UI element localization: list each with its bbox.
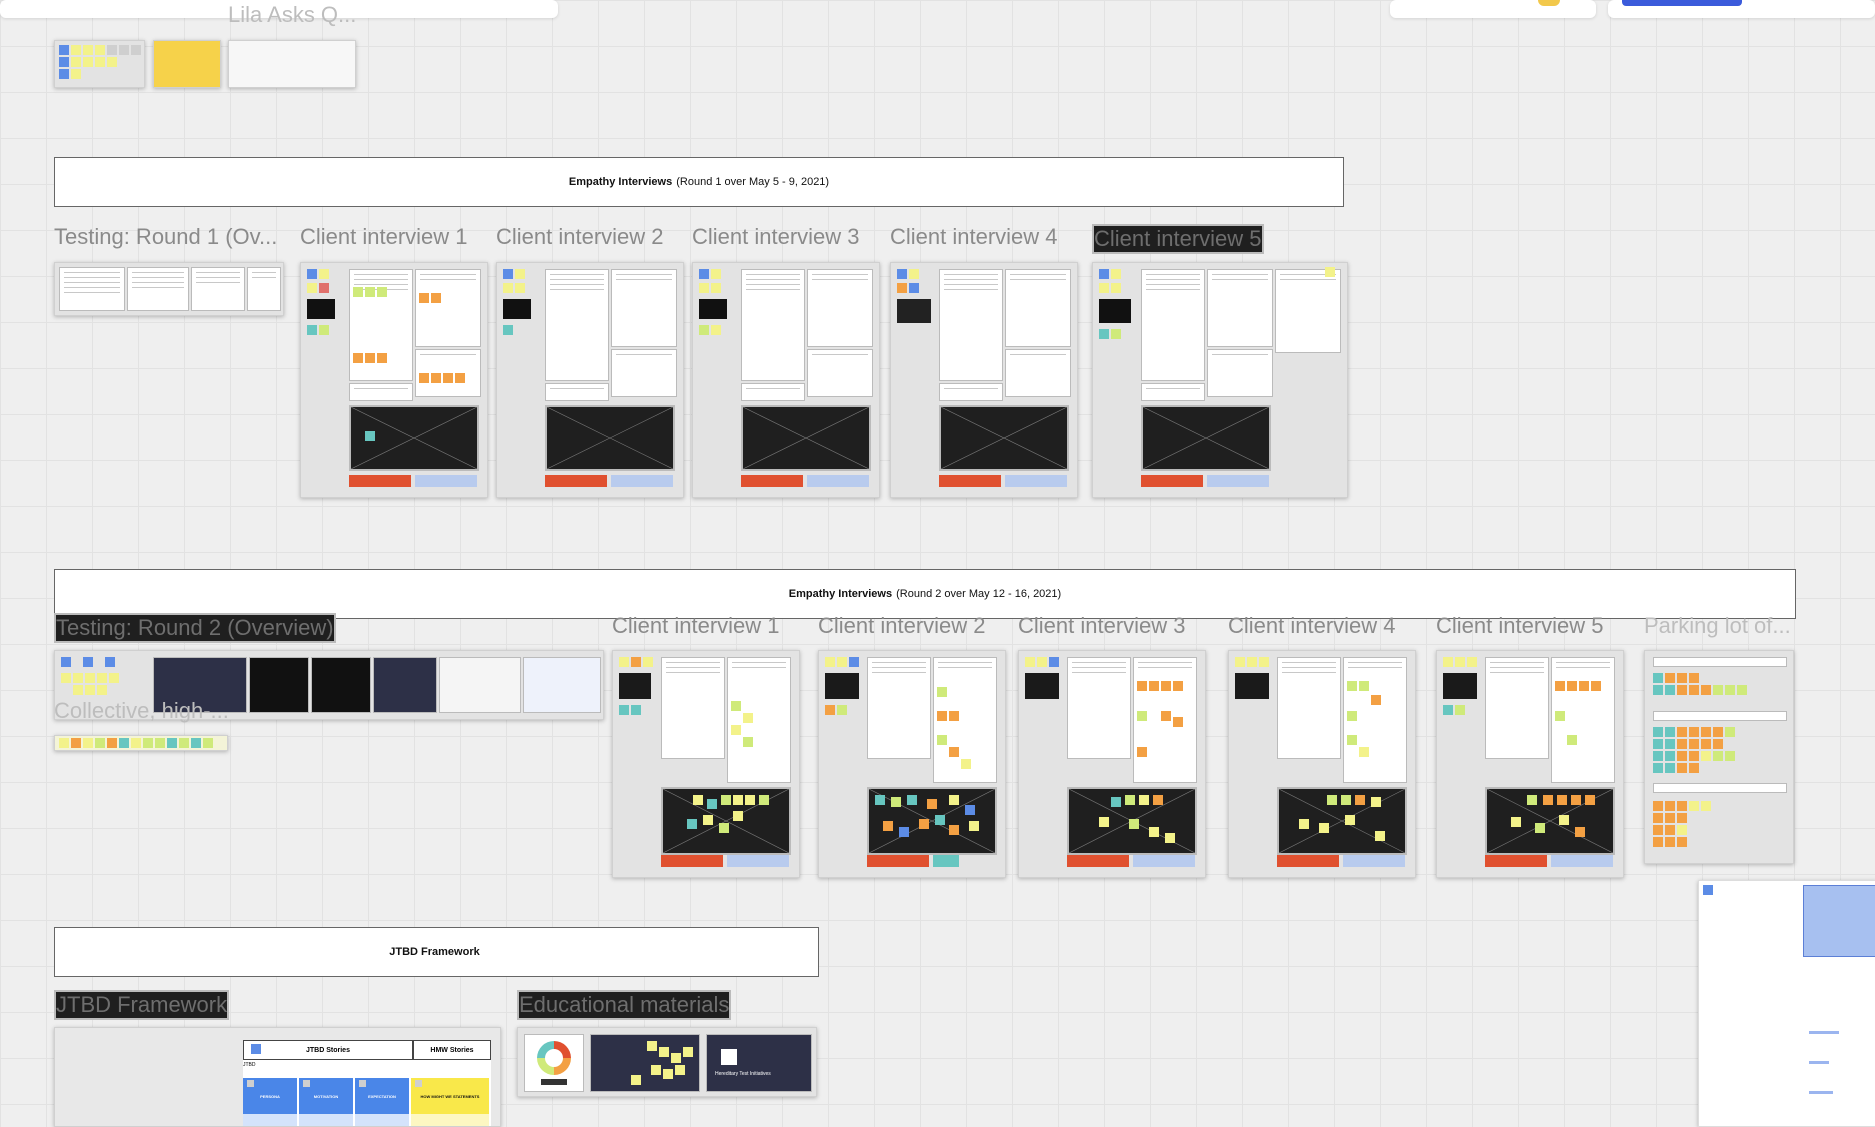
jtbd-col-hmw: HOW MIGHT WE STATEMENTS xyxy=(420,1093,480,1099)
frame-r2-client-2[interactable] xyxy=(818,650,1006,878)
frame-jtbd[interactable]: JTBD Stories HMW Stories JTBD PERSONA MO… xyxy=(54,1027,501,1127)
share-button[interactable] xyxy=(1622,0,1742,6)
frame-title-r2-client-5[interactable]: Client interview 5 xyxy=(1436,613,1604,639)
edu-thumb-hereditary[interactable]: Hereditary Test Initiatives xyxy=(706,1034,812,1092)
jtbd-col-persona: PERSONA xyxy=(260,1093,280,1099)
jtbd-col-expectation: EXPECTATION xyxy=(368,1093,396,1099)
frame-r1-client-4[interactable] xyxy=(890,262,1078,498)
frame-collective[interactable] xyxy=(54,735,228,751)
frame-title-parking-lot[interactable]: Parking lot of... xyxy=(1644,613,1791,639)
frame-title-collective[interactable]: Collective, high-... xyxy=(54,698,234,724)
frame-title-r1-client-2[interactable]: Client interview 2 xyxy=(496,224,664,250)
frame-r1-client-2[interactable] xyxy=(496,262,684,498)
frame-r2-client-5[interactable] xyxy=(1436,650,1624,878)
jtbd-label: JTBD xyxy=(243,1062,256,1068)
frame-title-r1-client-5[interactable]: Client interview 5 xyxy=(1092,224,1264,254)
frame-testing-round1[interactable] xyxy=(54,262,284,316)
frame-r2-client-3[interactable] xyxy=(1018,650,1206,878)
frame-r2-client-1[interactable] xyxy=(612,650,800,878)
frame-educational[interactable]: Hereditary Test Initiatives xyxy=(517,1027,817,1097)
round1-banner-rest: (Round 1 over May 5 - 9, 2021) xyxy=(676,176,830,188)
top-right-toolbar[interactable] xyxy=(1390,0,1596,18)
jtbd-stories-header: JTBD Stories xyxy=(306,1046,350,1054)
board-name-label: Lila Asks Q... xyxy=(228,2,357,27)
edu-thumb-map[interactable] xyxy=(590,1034,700,1092)
edu-thumb-wheel[interactable] xyxy=(524,1034,584,1092)
top-thumb-3[interactable] xyxy=(228,40,356,88)
frame-title-r2-client-2[interactable]: Client interview 2 xyxy=(818,613,986,639)
edu-thumb-hereditary-title: Hereditary Test Initiatives xyxy=(715,1071,771,1077)
frame-right-partial[interactable] xyxy=(1698,880,1875,1127)
frame-r2-client-4[interactable] xyxy=(1228,650,1416,878)
round2-banner-rest: (Round 2 over May 12 - 16, 2021) xyxy=(896,588,1062,600)
frame-title-r2-client-4[interactable]: Client interview 4 xyxy=(1228,613,1396,639)
round2-banner[interactable]: Empathy Interviews (Round 2 over May 12 … xyxy=(54,569,1796,619)
frame-title-r1-client-1[interactable]: Client interview 1 xyxy=(300,224,468,250)
jtbd-banner[interactable]: JTBD Framework xyxy=(54,927,819,977)
frame-title-testing-round2[interactable]: Testing: Round 2 (Overview) xyxy=(54,613,336,643)
frame-r1-client-1[interactable] xyxy=(300,262,488,498)
frame-title-r2-client-1[interactable]: Client interview 1 xyxy=(612,613,780,639)
frame-title-r1-client-3[interactable]: Client interview 3 xyxy=(692,224,860,250)
user-avatar[interactable] xyxy=(1538,0,1560,6)
frame-parking-lot[interactable] xyxy=(1644,650,1794,864)
top-thumb-1[interactable] xyxy=(54,40,145,88)
frame-title-educational[interactable]: Educational materials xyxy=(517,990,732,1020)
top-thumb-2[interactable] xyxy=(153,40,221,88)
hmw-stories-header: HMW Stories xyxy=(430,1046,474,1054)
frame-title-testing-round1[interactable]: Testing: Round 1 (Ov... xyxy=(54,224,284,250)
frame-title-r2-client-3[interactable]: Client interview 3 xyxy=(1018,613,1186,639)
round1-banner-bold: Empathy Interviews xyxy=(568,176,673,188)
frame-title-r1-client-4[interactable]: Client interview 4 xyxy=(890,224,1058,250)
frame-title-jtbd[interactable]: JTBD Framework xyxy=(54,990,230,1020)
frame-r1-client-3[interactable] xyxy=(692,262,880,498)
frame-r1-client-5[interactable] xyxy=(1092,262,1348,498)
jtbd-banner-bold: JTBD Framework xyxy=(389,946,480,958)
round2-banner-bold: Empathy Interviews xyxy=(788,588,893,600)
round1-banner[interactable]: Empathy Interviews (Round 1 over May 5 -… xyxy=(54,157,1344,207)
jtbd-col-motivation: MOTIVATION xyxy=(313,1093,339,1099)
jtbd-table: JTBD Stories HMW Stories JTBD PERSONA MO… xyxy=(243,1040,491,1126)
